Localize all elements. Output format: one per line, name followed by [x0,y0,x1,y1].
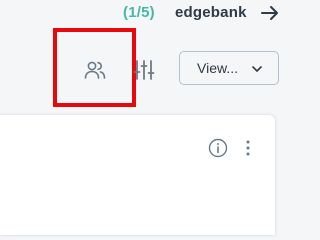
chevron-down-icon [250,62,264,76]
account-name: edgebank [175,4,247,21]
content-card [0,115,275,235]
sliders-icon [133,60,155,80]
people-button[interactable] [80,55,110,85]
arrow-right-icon[interactable] [259,2,281,24]
filter-button[interactable] [129,55,159,85]
progress-indicator: (1/5) [123,4,155,21]
view-dropdown[interactable]: View... [179,51,279,85]
people-icon [84,61,106,79]
view-dropdown-label: View... [197,60,238,76]
info-icon[interactable] [207,137,229,159]
top-bar: (1/5) edgebank [0,0,281,26]
more-vertical-icon[interactable] [240,137,256,159]
